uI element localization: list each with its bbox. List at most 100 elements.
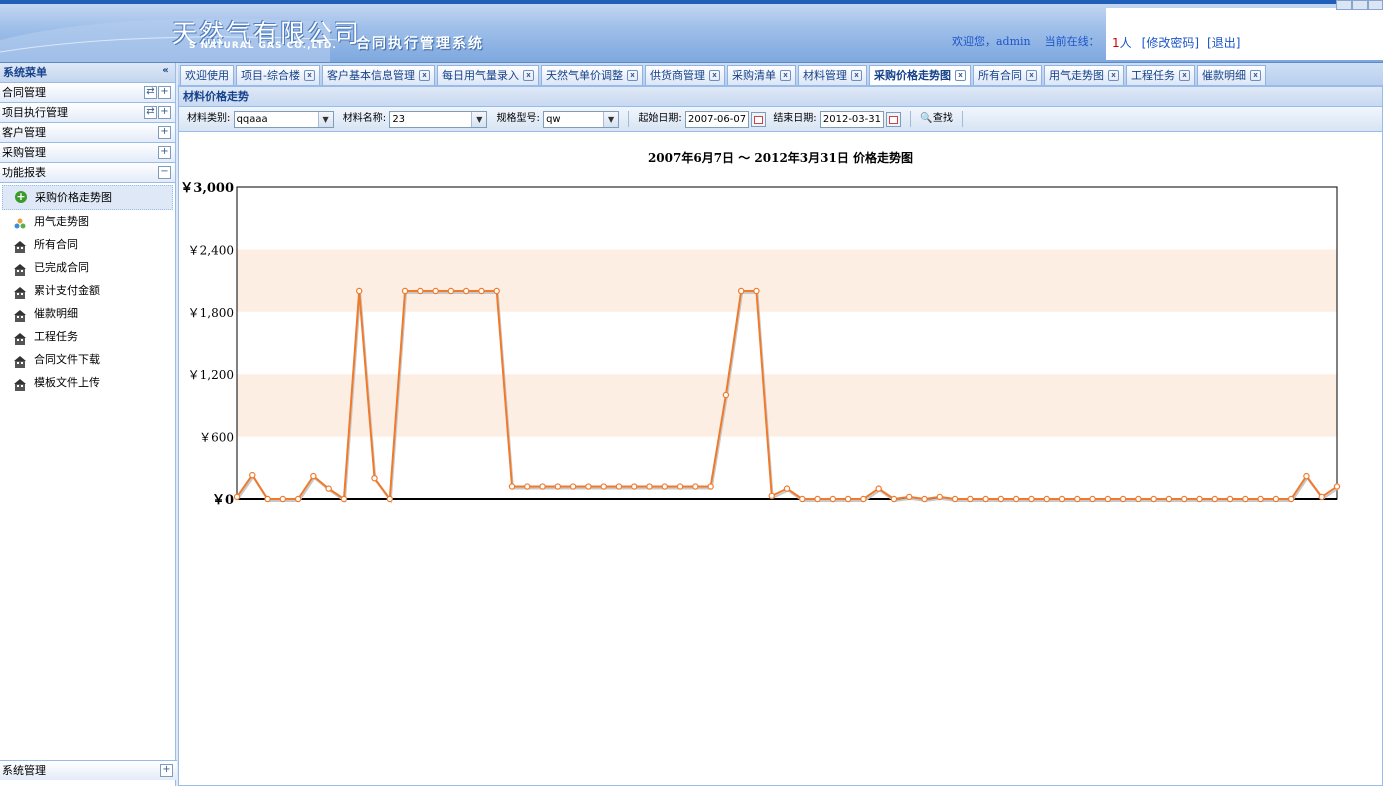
close-tab-icon[interactable]: x (1025, 69, 1037, 81)
building-icon (14, 353, 26, 368)
data-point (661, 483, 668, 490)
data-point (371, 475, 378, 482)
tab-purchase-price-trend[interactable]: 采购价格走势图 x (868, 65, 971, 85)
close-tab-icon[interactable]: x (779, 69, 791, 81)
data-point (1272, 495, 1280, 503)
data-point (722, 391, 730, 399)
data-point (1119, 495, 1127, 503)
expand-icon[interactable]: + (160, 764, 173, 777)
tab-label: 欢迎使用 (185, 69, 229, 82)
tab-label: 采购价格走势图 (873, 69, 951, 82)
data-point (1150, 495, 1157, 503)
refresh-icon[interactable]: ⇄ (144, 106, 157, 119)
data-point (310, 472, 317, 480)
logout-link[interactable]: [退出] (1207, 36, 1240, 50)
data-point (875, 485, 882, 492)
sidebar-item-gas-trend[interactable]: 用气走势图 (0, 210, 175, 233)
close-tab-icon[interactable]: x (1178, 69, 1190, 81)
sidebar-item-label: 合同文件下载 (34, 353, 100, 366)
tab-project-complex[interactable]: 项目-综合楼 x (236, 65, 320, 85)
expand-icon[interactable]: + (158, 146, 171, 159)
search-button[interactable]: 🔍查找 (920, 113, 952, 124)
sidebar-item-engineering-tasks[interactable]: 工程任务 (0, 325, 175, 348)
close-tab-icon[interactable]: x (418, 69, 430, 81)
close-window-button[interactable] (1368, 0, 1383, 10)
sidebar-item-total-paid[interactable]: 累计支付金额 (0, 279, 175, 302)
data-point (997, 495, 1005, 503)
spec-value: qw (546, 113, 561, 125)
data-point (417, 287, 424, 295)
expand-icon[interactable]: + (158, 106, 171, 119)
spec-label: 规格型号: (496, 113, 540, 124)
expand-icon[interactable]: + (158, 126, 171, 139)
change-password-link[interactable]: [修改密码] (1142, 36, 1199, 50)
sidebar-item-label: 采购价格走势图 (35, 191, 112, 204)
tab-material-management[interactable]: 材料管理 x (797, 65, 867, 85)
close-tab-icon[interactable]: x (954, 69, 966, 81)
sidebar-section-system[interactable]: 系统管理 + (0, 760, 177, 780)
data-point (493, 287, 500, 295)
sidebar-item-price-trend[interactable]: + 采购价格走势图 (2, 185, 173, 210)
sidebar-section-label: 项目执行管理 (2, 106, 68, 119)
close-tab-icon[interactable]: x (1249, 69, 1261, 81)
data-point (1242, 495, 1249, 503)
end-date-field[interactable]: 2012-03-31 (819, 110, 884, 128)
current-user: admin (996, 35, 1031, 48)
sidebar-section-customer[interactable]: 客户管理 + (0, 123, 175, 143)
minimize-button[interactable] (1336, 0, 1352, 10)
chevron-down-icon[interactable]: ▼ (471, 111, 487, 127)
building-icon (14, 284, 26, 299)
sidebar-item-contract-download[interactable]: 合同文件下载 (0, 348, 175, 371)
calendar-icon[interactable] (886, 111, 901, 127)
sidebar-section-label: 客户管理 (2, 126, 46, 139)
collapse-icon[interactable]: − (158, 166, 171, 179)
chevron-down-icon[interactable]: ▼ (603, 111, 619, 127)
close-tab-icon[interactable]: x (626, 69, 638, 81)
close-tab-icon[interactable]: x (850, 69, 862, 81)
data-point (1165, 495, 1173, 503)
tab-gas-price-adjust[interactable]: 天然气单价调整 x (540, 65, 643, 85)
close-tab-icon[interactable]: x (303, 69, 315, 81)
sidebar-section-purchase[interactable]: 采购管理 + (0, 143, 175, 163)
expand-icon[interactable]: + (158, 86, 171, 99)
category-select[interactable]: qqaaa ▼ (233, 110, 334, 128)
sidebar-section-project[interactable]: 项目执行管理 ⇄ + (0, 103, 175, 123)
app-header: 天然气有限公司 S NATURAL GAS CO.,LTD. 合同执行管理系统 … (0, 0, 1383, 63)
tab-all-contracts[interactable]: 所有合同 x (972, 65, 1042, 85)
toolbar-separator (910, 111, 912, 127)
collapse-sidebar-icon[interactable]: « (160, 66, 171, 77)
close-tab-icon[interactable]: x (522, 69, 534, 81)
search-icon: 🔍 (920, 113, 933, 124)
maximize-button[interactable] (1352, 0, 1368, 10)
sidebar-item-label: 所有合同 (34, 238, 78, 251)
sidebar-section-reports[interactable]: 功能报表 − (0, 163, 175, 183)
chevron-down-icon[interactable]: ▼ (317, 111, 333, 127)
calendar-icon[interactable] (751, 111, 767, 127)
start-date-field[interactable]: 2007-06-07 (685, 110, 750, 128)
tab-label: 材料管理 (802, 69, 847, 82)
tab-customer-info[interactable]: 客户基本信息管理 x (321, 65, 435, 85)
tab-label: 工程任务 (1130, 69, 1175, 82)
sidebar-item-completed-contracts[interactable]: 已完成合同 (0, 256, 175, 279)
sidebar-item-template-upload[interactable]: 模板文件上传 (0, 371, 175, 394)
close-tab-icon[interactable]: x (708, 69, 720, 81)
spec-select[interactable]: qw ▼ (543, 110, 620, 128)
tab-daily-gas-entry[interactable]: 每日用气量录入 x (436, 65, 539, 85)
data-point (508, 483, 516, 490)
sidebar-item-dunning-details[interactable]: 催款明细 (0, 302, 175, 325)
price-trend-chart: 2007年6月7日 ～ 2012年3月31日 价格走势图 ￥0 ￥600 ￥1,20… (179, 133, 1382, 783)
data-point (631, 483, 638, 490)
close-tab-icon[interactable]: x (1107, 69, 1119, 81)
tab-welcome[interactable]: 欢迎使用 (180, 65, 234, 85)
name-select[interactable]: 23 ▼ (389, 110, 488, 128)
content-panel: 材料价格走势 材料类别: qqaaa ▼ 材料名称: 23 ▼ 规格型号: qw ▼ … (178, 86, 1383, 786)
tab-gas-usage-trend[interactable]: 用气走势图 x (1043, 65, 1124, 85)
tab-supplier-management[interactable]: 供货商管理 x (644, 65, 725, 85)
sidebar-section-label: 合同管理 (2, 86, 46, 99)
sidebar-section-contract[interactable]: 合同管理 ⇄ + (0, 83, 175, 103)
refresh-icon[interactable]: ⇄ (144, 86, 157, 99)
sidebar-item-all-contracts[interactable]: 所有合同 (0, 233, 175, 256)
tab-dunning-details[interactable]: 催款明细 x (1196, 65, 1266, 85)
tab-engineering-tasks[interactable]: 工程任务 x (1125, 65, 1195, 85)
tab-purchase-list[interactable]: 采购清单 x (726, 65, 796, 85)
